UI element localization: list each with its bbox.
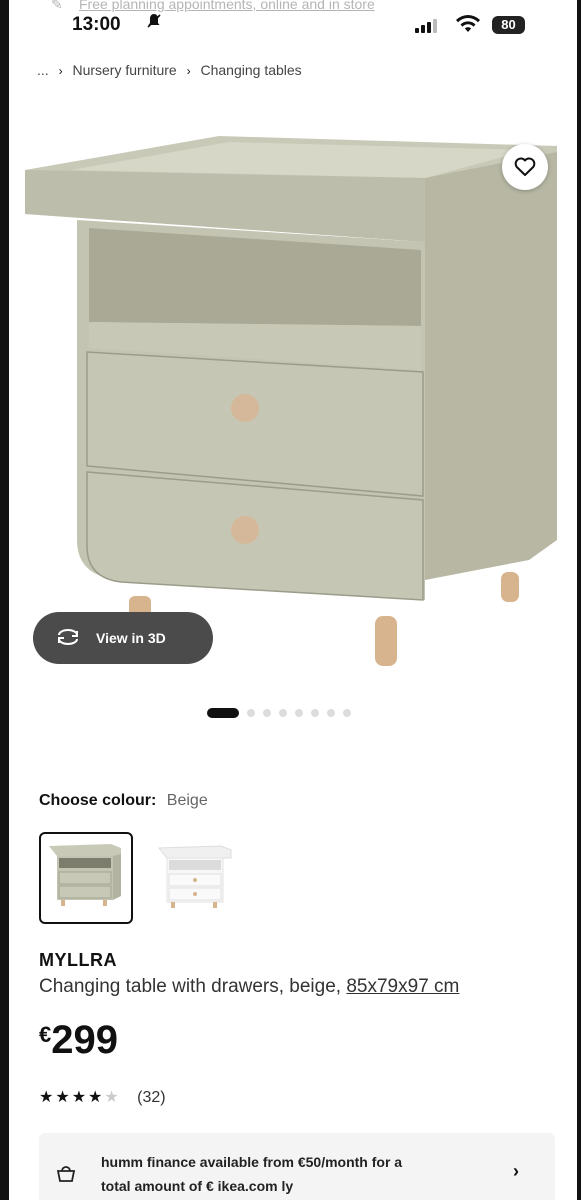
finance-text-line-2: total amount of € ikea.com ly [101,1178,294,1194]
breadcrumb: ... › Nursery furniture › Changing table… [37,62,308,78]
finance-offer-card[interactable]: humm finance available from €50/month fo… [39,1133,555,1200]
price-amount: 299 [51,1018,118,1062]
price-currency: € [39,1022,52,1047]
product-rating[interactable]: ★★★★★ (32) [39,1087,166,1107]
colour-label: Choose colour: [39,792,157,809]
product-price: €299 [39,1018,118,1063]
rotate-3d-icon [58,629,78,645]
heart-icon [514,157,536,176]
chevron-right-icon: › [58,64,63,78]
swatch-beige[interactable] [39,832,133,924]
wifi-icon [455,14,481,34]
carousel-dot[interactable] [279,709,287,717]
breadcrumb-root[interactable]: ... [37,62,49,78]
view-in-3d-label: View in 3D [96,630,166,646]
breadcrumb-item-nursery-furniture[interactable]: Nursery furniture [72,62,176,78]
status-bar: 13:00 80 [9,8,577,38]
carousel-dot[interactable] [247,709,255,717]
status-time: 13:00 [72,14,121,35]
star-filled-icon: ★ [39,1089,56,1106]
white-variant-thumbnail [157,845,232,908]
shopping-bag-icon [56,1166,76,1182]
star-filled-icon: ★ [88,1089,105,1106]
battery-indicator: 80 [492,16,525,34]
carousel-dot[interactable] [295,709,303,717]
star-filled-icon: ★ [55,1089,72,1106]
star-empty-icon: ★ [104,1089,121,1106]
product-description-text: Changing table with drawers, beige, [39,976,342,997]
favourite-button[interactable] [502,144,548,190]
colour-value: Beige [166,792,208,809]
product-image[interactable] [9,100,577,700]
carousel-dot[interactable] [327,709,335,717]
chevron-right-icon: › [513,1161,519,1181]
product-description: Changing table with drawers, beige, 85x7… [39,976,459,998]
product-name: MYLLRA [39,950,117,970]
product-dimensions-link[interactable]: 85x79x97 cm [346,976,459,997]
carousel-dot-active[interactable] [207,708,239,718]
finance-text-line-1: humm finance available from €50/month fo… [101,1154,403,1170]
carousel-dot[interactable] [311,709,319,717]
star-filled-icon: ★ [71,1089,89,1106]
phone-screen: ✎ Free planning appointments, online and… [9,0,577,1200]
carousel-dot[interactable] [263,709,271,717]
swatch-white[interactable] [149,834,243,926]
breadcrumb-item-changing-tables[interactable]: Changing tables [201,62,302,78]
beige-variant-thumbnail [49,844,121,906]
chevron-right-icon: › [186,64,191,78]
carousel-dot[interactable] [343,709,351,717]
colour-chooser: Choose colour: Beige [39,792,208,810]
bell-muted-icon [147,13,161,34]
rating-stars: ★★★★★ [39,1089,121,1106]
rating-count[interactable]: (32) [137,1089,165,1106]
cellular-signal-icon [415,19,437,33]
view-in-3d-button[interactable]: View in 3D [33,612,213,664]
